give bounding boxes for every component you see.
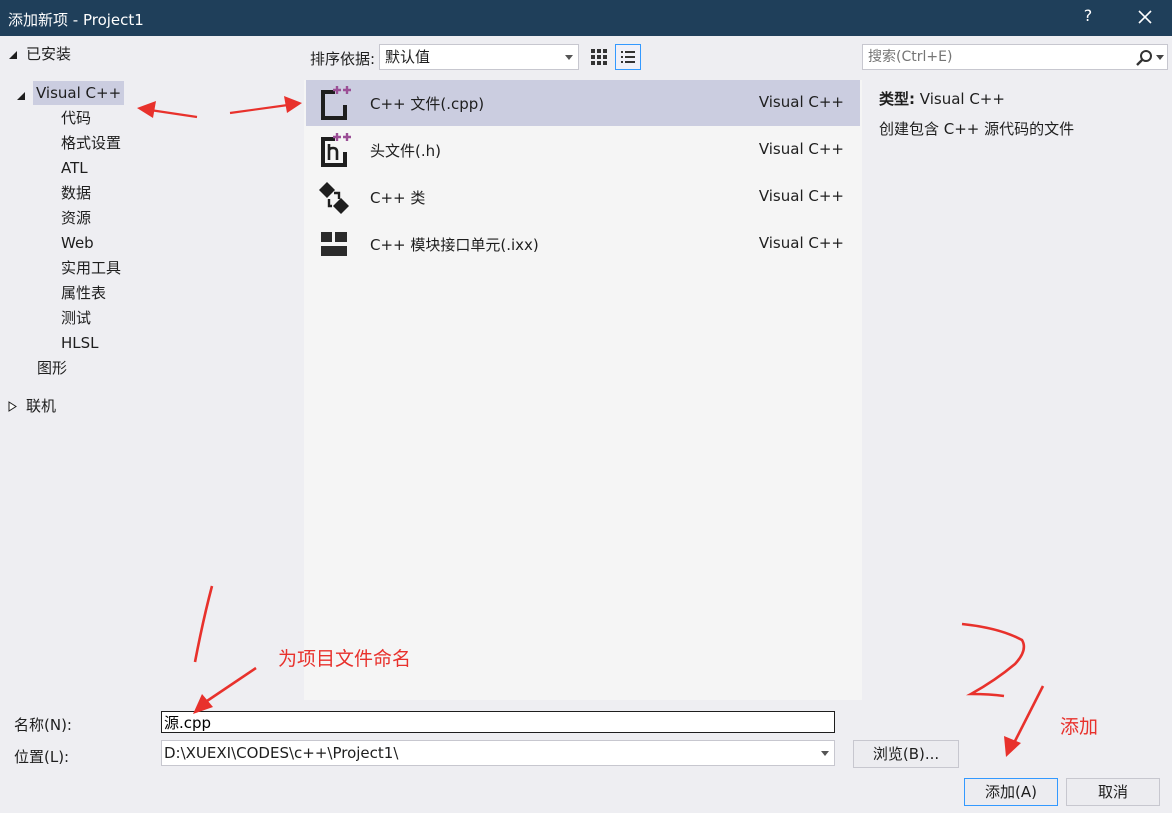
template-row-cpp-class[interactable]: C++ 类 Visual C++ [306, 174, 860, 220]
tree-item-label: Web [61, 234, 94, 252]
tree-item-visual-cpp[interactable]: Visual C++ [33, 81, 125, 105]
tree-item-label: 测试 [61, 309, 92, 327]
tree-item-label: 联机 [26, 397, 57, 415]
sort-label: 排序依据: [310, 50, 376, 68]
sort-dropdown[interactable]: 默认值 [379, 44, 579, 70]
tree-item-label: 代码 [61, 109, 92, 127]
list-view-button[interactable] [615, 44, 641, 70]
close-icon[interactable] [1132, 4, 1158, 30]
template-language: Visual C++ [758, 93, 844, 111]
template-type: 类型: Visual C++ [879, 88, 1005, 109]
tree-item-label: 图形 [37, 359, 68, 377]
tree-item-installed[interactable]: 已安装 [8, 42, 71, 66]
template-language: Visual C++ [758, 187, 844, 205]
sort-toolbar: 排序依据: 默认值 [304, 36, 862, 80]
template-name: C++ 模块接口单元(.ixx) [370, 236, 539, 254]
location-label: 位置(L): [14, 748, 70, 766]
template-name: 头文件(.h) [370, 142, 441, 160]
collapsed-triangle-icon [8, 401, 17, 412]
tree-item-label: HLSL [61, 334, 99, 352]
template-name: C++ 类 [370, 189, 426, 207]
template-description: 创建包含 C++ 源代码的文件 [879, 120, 1075, 138]
search-box [862, 44, 1168, 70]
template-tree: 已安装 Visual C++ 代码 格式设置 ATL 数据 资源 Web 实用工… [0, 36, 304, 700]
tree-item-label: ATL [61, 159, 88, 177]
cancel-button[interactable]: 取消 [1066, 778, 1160, 806]
name-field[interactable] [161, 711, 835, 733]
template-list-pane: 排序依据: 默认值 C++ 文件(.cpp) Visual C++ 头文件(.h… [304, 36, 862, 700]
template-language: Visual C++ [758, 234, 844, 252]
tree-item-label: 数据 [61, 184, 92, 202]
type-value: Visual C++ [919, 90, 1005, 108]
grid-view-button[interactable] [586, 44, 612, 70]
tree-item-web[interactable]: Web [61, 231, 94, 255]
cpp-class-icon [319, 182, 349, 214]
name-label: 名称(N): [14, 716, 72, 734]
chevron-down-icon [565, 55, 573, 60]
search-input[interactable] [868, 47, 1128, 67]
tree-item-online[interactable]: 联机 [8, 394, 56, 418]
template-row-cpp-file[interactable]: C++ 文件(.cpp) Visual C++ [306, 80, 860, 126]
tree-item-atl[interactable]: ATL [61, 156, 88, 180]
form-area: 名称(N): 位置(L): D:\XUEXI\CODES\c++\Project… [0, 700, 1172, 813]
tree-item-graphics[interactable]: 图形 [37, 356, 67, 380]
tree-item-property-sheet[interactable]: 属性表 [61, 281, 106, 305]
window-title: 添加新项 - Project1 [8, 11, 144, 29]
search-icon[interactable] [1135, 49, 1153, 67]
location-value: D:\XUEXI\CODES\c++\Project1\ [164, 744, 399, 762]
module-interface-icon [321, 232, 347, 256]
type-label: 类型: [879, 90, 915, 108]
tree-item-code[interactable]: 代码 [61, 106, 91, 130]
add-button[interactable]: 添加(A) [964, 778, 1058, 806]
tree-item-label: 资源 [61, 209, 92, 227]
tree-item-utility[interactable]: 实用工具 [61, 256, 121, 280]
browse-button[interactable]: 浏览(B)... [853, 740, 959, 768]
details-pane: 类型: Visual C++ 创建包含 C++ 源代码的文件 [862, 36, 1172, 700]
tree-item-label: 实用工具 [61, 259, 122, 277]
sort-value: 默认值 [385, 48, 431, 66]
annotation-name-note: 为项目文件命名 [278, 648, 412, 670]
tree-item-label: Visual C++ [36, 84, 122, 102]
expanded-triangle-icon[interactable] [16, 87, 26, 100]
template-language: Visual C++ [758, 140, 844, 158]
tree-item-hlsl[interactable]: HLSL [61, 331, 99, 355]
template-row-header-file[interactable]: 头文件(.h) Visual C++ [306, 127, 860, 173]
tree-item-data[interactable]: 数据 [61, 181, 91, 205]
tree-item-label: 格式设置 [61, 134, 122, 152]
tree-item-resource[interactable]: 资源 [61, 206, 91, 230]
grid-view-icon [591, 49, 607, 65]
annotation-add-note: 添加 [1060, 716, 1099, 738]
location-dropdown[interactable]: D:\XUEXI\CODES\c++\Project1\ [161, 740, 835, 766]
list-view-icon [621, 51, 635, 63]
tree-item-label: 属性表 [61, 284, 107, 302]
help-button[interactable]: ? [1078, 6, 1098, 28]
chevron-down-icon [821, 751, 829, 756]
chevron-down-icon[interactable] [1156, 55, 1164, 60]
tree-item-label: 已安装 [26, 45, 72, 63]
cpp-file-icon [321, 86, 351, 120]
template-row-module-interface[interactable]: C++ 模块接口单元(.ixx) Visual C++ [306, 221, 860, 267]
template-name: C++ 文件(.cpp) [370, 95, 485, 113]
header-file-icon [321, 133, 351, 167]
tree-item-test[interactable]: 测试 [61, 306, 91, 330]
title-bar: 添加新项 - Project1 ? [0, 0, 1172, 36]
expanded-triangle-icon [9, 51, 17, 59]
tree-item-formatting[interactable]: 格式设置 [61, 131, 121, 155]
